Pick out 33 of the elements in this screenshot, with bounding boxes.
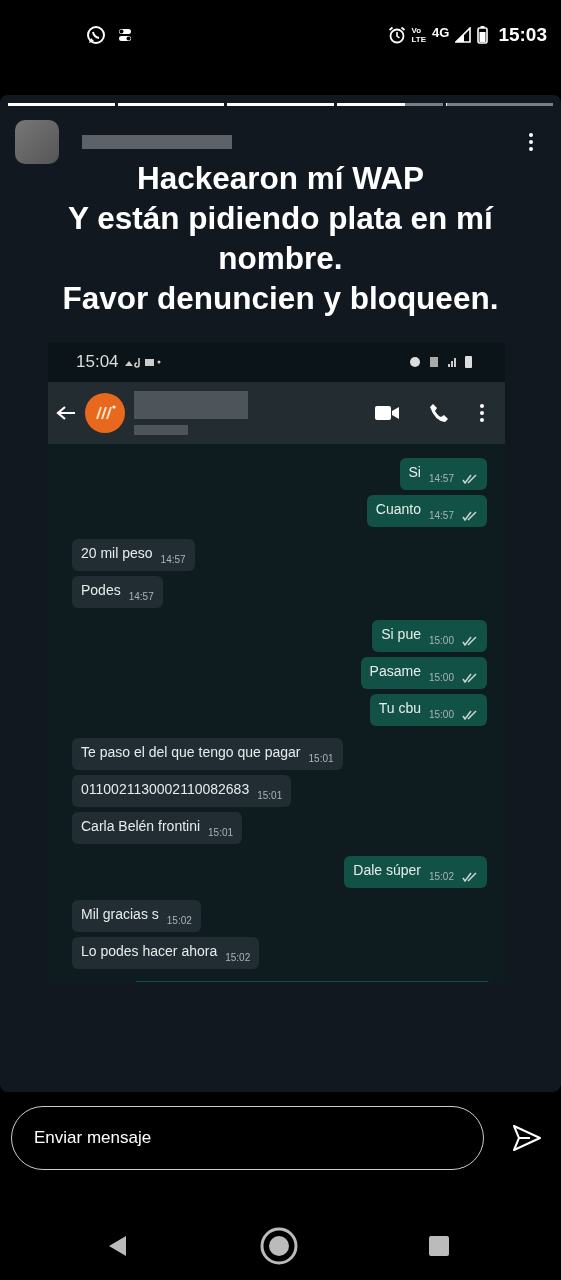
- message-text: Tu cbu: [378, 700, 421, 716]
- message-time: 14:57: [428, 510, 454, 521]
- volte-label: Vo: [411, 26, 423, 35]
- message-time: 15:00: [428, 672, 454, 683]
- message-text: Mil gracias s: [81, 906, 159, 922]
- message-time: 14:57: [160, 554, 186, 565]
- network-label: 4G: [432, 24, 450, 40]
- message-text: Te paso el del que tengo que pagar: [81, 744, 301, 760]
- message-text: Si: [408, 464, 421, 480]
- message-time: 15:00: [428, 709, 454, 720]
- clock-time: 15:03: [498, 24, 547, 46]
- message-text: Lo podes hacer ahora: [81, 943, 218, 959]
- message-text: Carla Belén frontini: [81, 818, 201, 834]
- message-time: 14:57: [128, 591, 154, 602]
- message-time: 15:02: [166, 915, 192, 926]
- message-text: Cuanto: [375, 501, 421, 517]
- message-time: 15:00: [428, 635, 454, 646]
- message-time: 15:02: [225, 952, 251, 963]
- message-text: Dale súper: [353, 862, 421, 878]
- message-time: 15:01: [208, 827, 234, 838]
- message-time: 14:57: [428, 473, 454, 484]
- message-text: Si pue: [381, 626, 421, 642]
- message-time: 15:02: [428, 871, 454, 882]
- message-time: 15:01: [308, 753, 334, 764]
- message-text: 0110021130002110082683: [81, 781, 250, 797]
- story-caption: Hackearon mí WAP Y están pidiendo plata en mí nombre. Favor denuncien y bloqueen.: [61, 159, 500, 318]
- message-text: 20 mil peso: [81, 545, 153, 561]
- message-time: 15:01: [257, 790, 283, 801]
- screenshot-time: 15:04: [76, 352, 119, 372]
- lte-label: LTE: [411, 35, 427, 44]
- message-text: Podes: [81, 582, 121, 598]
- message-input[interactable]: Enviar mensaje: [11, 1106, 484, 1170]
- message-text: Pasame: [369, 663, 421, 679]
